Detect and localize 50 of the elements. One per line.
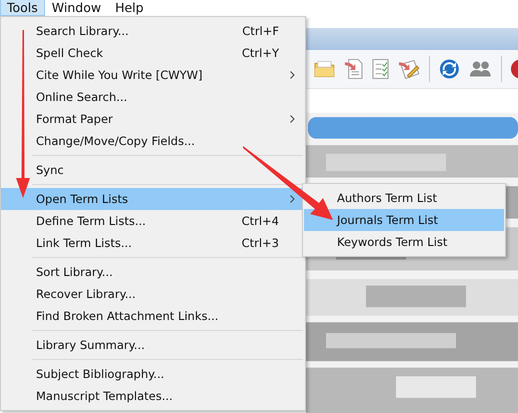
menu-item[interactable]: Manuscript Templates... [1,385,305,407]
chevron-right-icon [290,195,294,203]
shortcut-label: Ctrl+3 [242,236,279,250]
shortcut-label: Ctrl+4 [242,214,279,228]
menu-bar-item[interactable]: Tools [0,0,45,16]
menu-item-label: Define Term Lists... [36,214,146,228]
folder-icon[interactable] [314,60,335,78]
menu-item-label: Find Broken Attachment Links... [36,309,218,323]
menu-item[interactable]: Sort Library... [1,261,305,283]
people-icon[interactable] [468,60,492,78]
menu-item-label: Subject Bibliography... [36,367,164,381]
menu-item[interactable]: Spell Check Ctrl+Y [1,42,305,64]
shortcut-label: Ctrl+Y [242,46,279,60]
menu-item[interactable]: Find Broken Attachment Links... [1,305,305,327]
menu-item[interactable]: Link Term Lists... Ctrl+3 [1,232,305,254]
checklist-icon[interactable] [372,58,389,80]
chevron-right-icon [290,71,294,79]
chevron-right-icon [290,115,294,123]
menu-item[interactable]: Online Search... [1,86,305,108]
menu-item-label: Spell Check [36,46,104,60]
document-icon[interactable] [344,58,363,80]
menu-item[interactable]: Search Library... Ctrl+F [1,20,305,42]
menu-item-label: Library Summary... [36,338,145,352]
pencil-document-icon[interactable] [398,58,420,80]
menu-item-label: Sort Library... [36,265,113,279]
menu-item-label: Sync [36,163,64,177]
menu-item[interactable]: Cite While You Write [CWYW] [1,64,305,86]
menu-item[interactable]: Subject Bibliography... [1,363,305,385]
menu-item[interactable]: Sync [1,159,305,181]
menu-item[interactable]: Open Term Lists [1,188,305,210]
menu-item[interactable]: Define Term Lists... Ctrl+4 [1,210,305,232]
menu-item[interactable]: Format Paper [1,108,305,130]
menu-item-label: Recover Library... [36,287,136,301]
menu-item-label: Format Paper [36,112,113,126]
menu-bar-item[interactable]: Help [108,0,151,16]
sync-icon[interactable] [439,58,460,80]
menu-item-label: Online Search... [36,90,128,104]
menu-item[interactable]: Recover Library... [1,283,305,305]
menu-item[interactable]: Library Summary... [1,334,305,356]
menu-item-label: Link Term Lists... [36,236,132,250]
menu-item[interactable]: Change/Move/Copy Fields... [1,130,305,152]
submenu-item[interactable]: Journals Term List [304,209,504,231]
menu-item-label: Manuscript Templates... [36,389,173,403]
menu-item-label: Search Library... [36,24,129,38]
menu-bar-item[interactable]: Window [44,0,108,16]
shortcut-label: Ctrl+F [242,24,279,38]
menu-item-label: Cite While You Write [CWYW] [36,68,203,82]
menu-item-label: Change/Move/Copy Fields... [36,134,195,148]
submenu-item[interactable]: Authors Term List [304,187,504,209]
menu-item-label: Open Term Lists [36,192,128,206]
